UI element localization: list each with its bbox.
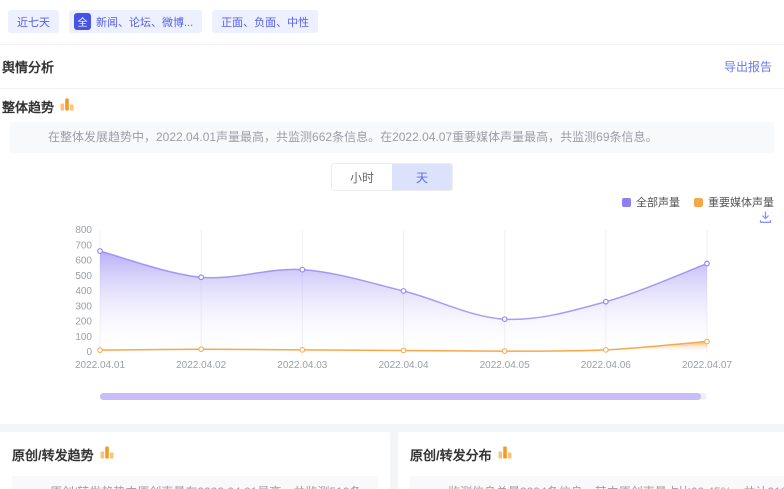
panel-header: 舆情分析 导出报告 — [0, 45, 784, 89]
legend-item-media-volume[interactable]: 重要媒体声量 — [694, 194, 774, 210]
svg-text:2022.04.02: 2022.04.02 — [176, 360, 226, 371]
svg-text:2022.04.03: 2022.04.03 — [277, 360, 327, 371]
svg-text:0: 0 — [86, 347, 92, 358]
original-repost-distribution-title: 原创/转发分布 — [410, 445, 492, 464]
source-all-badge-icon: 全 — [74, 13, 91, 30]
sub-cards-row: 原创/转发趋势 原创/转发趋势中原创声量在2022.04.01最高，共监测510… — [0, 432, 784, 489]
legend-marker-total-volume — [622, 198, 631, 207]
analysis-panel: 舆情分析 导出报告 整体趋势 在整体发展趋势中，2022.04.01声量最高，共… — [0, 44, 784, 424]
page-title: 舆情分析 — [2, 57, 54, 76]
svg-text:500: 500 — [75, 271, 92, 282]
svg-text:400: 400 — [75, 286, 92, 297]
podium-chart-icon — [60, 97, 74, 116]
svg-text:2022.04.07: 2022.04.07 — [682, 360, 732, 371]
svg-text:300: 300 — [75, 302, 92, 313]
podium-chart-icon — [100, 445, 114, 464]
overall-trend-summary-text: 在整体发展趋势中，2022.04.01声量最高，共监测662条信息。在2022.… — [48, 130, 658, 144]
chart-legend: 全部声量 重要媒体声量 — [0, 195, 774, 209]
overall-trend-title: 整体趋势 — [2, 97, 54, 116]
svg-text:2022.04.01: 2022.04.01 — [75, 360, 125, 371]
svg-text:200: 200 — [75, 317, 92, 328]
toggle-day-button[interactable]: 天 — [392, 164, 452, 190]
original-repost-trend-summary: 原创/转发趋势中原创声量在2022.04.01最高，共监测510条信息；转发声量… — [12, 476, 378, 489]
overall-trend-summary: 在整体发展趋势中，2022.04.01声量最高，共监测662条信息。在2022.… — [10, 122, 774, 153]
chart-scrollbar-thumb[interactable] — [100, 393, 701, 400]
original-repost-distribution-summary-text: 监测信息总量3294条信息，其中原创声量占比66.45%，共计2189条信息；转… — [424, 485, 784, 489]
sentiment-filter-chip[interactable]: 正面、负面、中性 — [212, 10, 318, 33]
export-report-link[interactable]: 导出报告 — [724, 58, 772, 75]
legend-label-total-volume: 全部声量 — [636, 194, 680, 210]
svg-text:2022.04.06: 2022.04.06 — [581, 360, 631, 371]
date-range-chip[interactable]: 近七天 — [8, 10, 59, 33]
date-range-label: 近七天 — [17, 14, 50, 30]
trend-area-chart: 0 100 200 300 400 500 600 700 800 2022.04.01 2022.… — [22, 224, 784, 379]
svg-text:800: 800 — [75, 225, 92, 236]
chart-toolbar — [0, 211, 784, 224]
svg-text:100: 100 — [75, 332, 92, 343]
card-original-repost-distribution: 原创/转发分布 监测信息总量3294条信息，其中原创声量占比66.45%，共计2… — [398, 432, 784, 489]
svg-text:2022.04.05: 2022.04.05 — [480, 360, 530, 371]
filters-bar: 近七天 全 新闻、论坛、微博... 正面、负面、中性 — [0, 0, 784, 44]
download-chart-icon[interactable] — [759, 211, 772, 224]
legend-label-media-volume: 重要媒体声量 — [708, 194, 774, 210]
original-repost-trend-title: 原创/转发趋势 — [12, 445, 94, 464]
card-original-repost-trend: 原创/转发趋势 原创/转发趋势中原创声量在2022.04.01最高，共监测510… — [0, 432, 390, 489]
trend-area-chart-svg: 0 100 200 300 400 500 600 700 800 2022.04.01 2022.… — [22, 224, 782, 374]
original-repost-trend-summary-text: 原创/转发趋势中原创声量在2022.04.01最高，共监测510条信息；转发声量… — [26, 485, 361, 489]
source-filter-label: 新闻、论坛、微博... — [96, 14, 193, 30]
toggle-hour-button[interactable]: 小时 — [332, 164, 392, 190]
chart-scrollbar[interactable] — [100, 393, 707, 400]
sentiment-filter-label: 正面、负面、中性 — [221, 14, 309, 30]
granularity-toggle: 小时 天 — [331, 163, 453, 191]
legend-marker-media-volume — [694, 198, 703, 207]
overall-trend-section-head: 整体趋势 — [2, 97, 774, 116]
granularity-toggle-row: 小时 天 — [0, 163, 784, 191]
svg-text:700: 700 — [75, 241, 92, 252]
legend-item-total-volume[interactable]: 全部声量 — [622, 194, 680, 210]
original-repost-distribution-summary: 监测信息总量3294条信息，其中原创声量占比66.45%，共计2189条信息；转… — [410, 476, 784, 489]
source-filter-chip[interactable]: 全 新闻、论坛、微博... — [69, 10, 202, 33]
podium-chart-icon — [498, 445, 512, 464]
svg-text:600: 600 — [75, 256, 92, 267]
svg-text:2022.04.04: 2022.04.04 — [378, 360, 428, 371]
